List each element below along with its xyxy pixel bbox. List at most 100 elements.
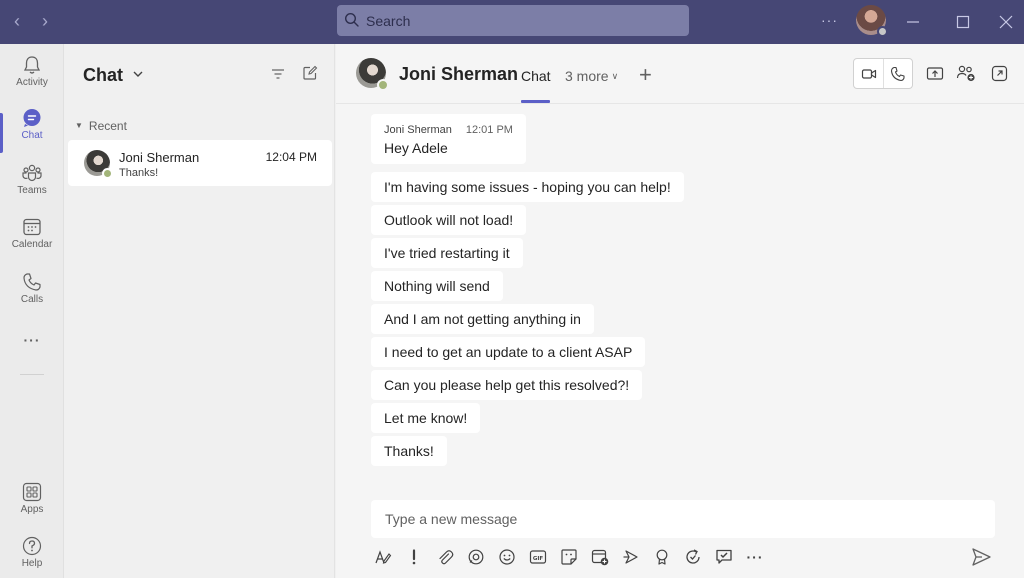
pop-out-icon[interactable] xyxy=(991,65,1008,82)
message-bubble[interactable]: Nothing will send xyxy=(371,271,503,301)
message-input[interactable] xyxy=(371,500,995,538)
message-bubble[interactable]: I'm having some issues - hoping you can … xyxy=(371,172,684,202)
attach-button[interactable] xyxy=(434,546,456,568)
video-camera-icon xyxy=(861,68,876,79)
teams-icon xyxy=(22,164,42,182)
schedule-meeting-button[interactable] xyxy=(589,546,611,568)
video-call-button[interactable] xyxy=(854,59,883,88)
active-indicator xyxy=(0,113,3,153)
more-options-button[interactable]: ··· xyxy=(744,546,766,568)
share-screen-icon[interactable] xyxy=(926,66,944,82)
sticker-button[interactable] xyxy=(558,546,580,568)
message-text: I'm having some issues - hoping you can … xyxy=(384,179,671,195)
format-button[interactable] xyxy=(372,546,394,568)
message-bubble[interactable]: I need to get an update to a client ASAP xyxy=(371,337,646,367)
sticker-icon xyxy=(561,549,577,565)
minimize-icon[interactable] xyxy=(903,12,923,32)
message-text: I've tried restarting it xyxy=(384,245,510,261)
approvals-button[interactable] xyxy=(682,546,704,568)
loop-icon xyxy=(468,549,484,565)
gif-button[interactable]: GIF xyxy=(527,546,549,568)
rail-more-apps-button[interactable]: ··· xyxy=(0,332,64,352)
user-avatar[interactable] xyxy=(856,5,888,37)
presence-status-icon xyxy=(877,26,888,37)
search-box[interactable]: Search xyxy=(337,5,689,36)
stream-icon xyxy=(623,550,638,564)
compose-box[interactable] xyxy=(371,500,995,538)
refresh-check-icon xyxy=(686,549,700,564)
svg-text:GIF: GIF xyxy=(533,556,544,562)
call-buttons xyxy=(853,58,913,89)
rail-item-label: Teams xyxy=(17,185,47,196)
rail-item-label: Activity xyxy=(16,77,48,88)
settings-more-button[interactable]: ··· xyxy=(821,12,838,28)
conversation-header: Joni Sherman Chat 3 more ∨ + xyxy=(336,44,1024,104)
chevron-down-icon[interactable] xyxy=(132,69,144,79)
rail-item-label: Calendar xyxy=(11,239,53,250)
active-tab-indicator xyxy=(521,100,550,103)
loop-button[interactable] xyxy=(465,546,487,568)
tab-chat[interactable]: Chat xyxy=(521,68,551,84)
apps-icon xyxy=(22,482,42,502)
message-sender: Joni Sherman xyxy=(384,124,452,136)
tab-more-label: 3 more xyxy=(565,68,609,84)
close-icon[interactable] xyxy=(996,12,1016,32)
forward-arrow-icon[interactable]: › xyxy=(34,10,56,32)
presence-available-icon xyxy=(102,168,113,179)
phone-icon xyxy=(23,273,41,291)
rail-item-chat[interactable]: Chat xyxy=(0,107,64,157)
recent-section-label: Recent xyxy=(88,119,127,133)
back-arrow-icon[interactable]: ‹ xyxy=(6,10,28,32)
message-text: I need to get an update to a client ASAP xyxy=(384,344,633,360)
search-input[interactable]: Search xyxy=(366,13,410,29)
rail-item-label: Apps xyxy=(20,504,44,515)
chat-list-panel: Chat ▼ Recent Joni Sherman 12:04 PM Thank… xyxy=(65,44,335,578)
message-bubble[interactable]: And I am not getting anything in xyxy=(371,304,594,334)
rail-item-calls[interactable]: Calls xyxy=(0,271,64,321)
title-bar: ‹ › Search ··· xyxy=(0,0,1024,44)
phone-icon xyxy=(890,66,905,81)
chat-item-preview: Thanks! xyxy=(119,167,159,179)
send-icon[interactable] xyxy=(970,546,992,568)
maximize-icon[interactable] xyxy=(953,12,973,32)
add-people-icon[interactable] xyxy=(956,64,976,82)
chat-list-item[interactable]: Joni Sherman 12:04 PM Thanks! xyxy=(68,140,332,186)
stream-button[interactable] xyxy=(620,546,642,568)
avatar[interactable] xyxy=(356,58,389,91)
add-tab-button[interactable]: + xyxy=(639,62,652,88)
message-text: Outlook will not load! xyxy=(384,212,514,228)
help-icon xyxy=(22,536,42,556)
message-bubble[interactable]: Can you please help get this resolved?! xyxy=(371,370,643,400)
message-bubble[interactable]: Thanks! xyxy=(371,436,447,466)
message-text: Nothing will send xyxy=(384,278,490,294)
rail-item-label: Help xyxy=(21,558,43,569)
rail-item-teams[interactable]: Teams xyxy=(0,162,64,212)
app-rail: Activity Chat Teams Calendar Calls ··· A… xyxy=(0,44,64,578)
message-bubble[interactable]: Let me know! xyxy=(371,403,481,433)
filter-icon[interactable] xyxy=(270,66,286,82)
emoji-button[interactable] xyxy=(496,546,518,568)
chat-list-title[interactable]: Chat xyxy=(83,65,123,86)
rail-item-calendar[interactable]: Calendar xyxy=(0,216,64,266)
audio-call-button[interactable] xyxy=(883,59,912,88)
message-bubble[interactable]: Joni Sherman 12:01 PM Hey Adele xyxy=(371,114,526,164)
praise-badge-icon xyxy=(656,549,668,565)
rail-item-activity[interactable]: Activity xyxy=(0,54,64,104)
recent-section-header[interactable]: ▼ Recent xyxy=(75,119,127,133)
rail-item-help[interactable]: Help xyxy=(0,535,64,578)
message-text: Can you please help get this resolved?! xyxy=(384,377,630,393)
praise-button[interactable] xyxy=(651,546,673,568)
rail-item-apps[interactable]: Apps xyxy=(0,481,64,531)
message-time: 12:01 PM xyxy=(465,124,513,136)
updates-button[interactable] xyxy=(713,546,735,568)
message-bubble[interactable]: I've tried restarting it xyxy=(371,238,523,268)
message-bubble[interactable]: Outlook will not load! xyxy=(371,205,527,235)
presence-available-icon xyxy=(377,79,389,91)
paperclip-icon xyxy=(439,550,454,565)
priority-button[interactable] xyxy=(403,546,425,568)
new-chat-icon[interactable] xyxy=(302,65,318,81)
exclamation-icon xyxy=(412,549,416,565)
tab-more-dropdown[interactable]: 3 more ∨ xyxy=(565,68,618,84)
avatar xyxy=(84,150,113,179)
bell-icon xyxy=(23,56,41,74)
